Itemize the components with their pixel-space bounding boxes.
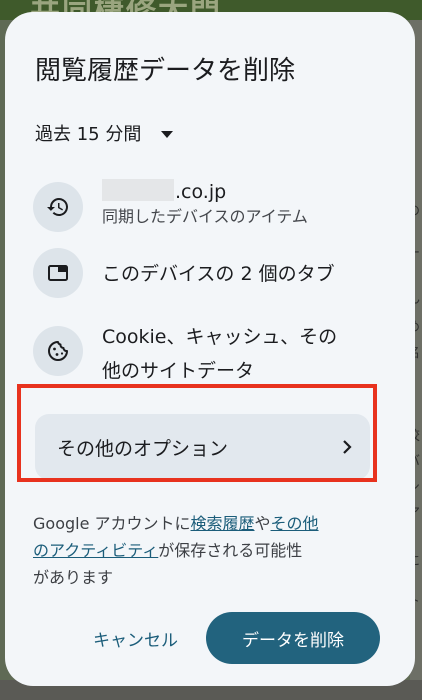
tabs-item-text: このデバイスの 2 個のタブ <box>102 260 335 288</box>
notice-prefix: Google アカウントに <box>33 514 191 533</box>
history-domain: .co.jp <box>175 181 227 203</box>
cookies-item-text: Cookie、キャッシュ、その 他のサイトデータ <box>102 320 337 388</box>
history-subtitle: 同期したデバイスのアイテム <box>102 207 308 226</box>
cookie-icon <box>33 326 83 376</box>
tab-icon <box>33 248 83 298</box>
history-icon <box>33 182 83 232</box>
other-activity-link-part2[interactable]: のアクティビティ <box>33 541 158 560</box>
history-item: .co.jp 同期したデバイスのアイテム <box>33 178 393 240</box>
history-item-text: .co.jp 同期したデバイスのアイテム <box>102 178 308 228</box>
dropdown-arrow-icon <box>161 130 174 138</box>
cancel-button[interactable]: キャンセル <box>81 616 190 660</box>
other-activity-link-part1[interactable]: その他 <box>271 514 319 533</box>
cookies-item: Cookie、キャッシュ、その 他のサイトデータ <box>33 318 393 388</box>
time-range-label: 過去 15 分間 <box>35 124 142 145</box>
notice-suffix: が保存される可能性 <box>158 541 303 560</box>
notice-middle: や <box>254 514 271 533</box>
delete-data-button[interactable]: データを削除 <box>206 612 380 664</box>
dialog-title: 閲覧履歴データを削除 <box>35 56 296 86</box>
scroll-fade <box>5 586 415 602</box>
highlight-box <box>17 384 377 482</box>
cookies-item-line2: 他のサイトデータ <box>102 360 255 382</box>
search-history-link[interactable]: 検索履歴 <box>191 514 255 533</box>
redacted-domain <box>102 179 174 201</box>
clear-browsing-data-dialog: 閲覧履歴データを削除 過去 15 分間 .co.jp 同期したデバイスのアイテム… <box>5 12 415 686</box>
notice-line3: があります <box>33 568 114 587</box>
cookies-item-line1: Cookie、キャッシュ、その <box>102 326 338 348</box>
account-activity-notice: Google アカウントに検索履歴やその他のアクティビティが保存される可能性があ… <box>33 510 378 592</box>
tabs-item: このデバイスの 2 個のタブ <box>33 248 393 300</box>
time-range-dropdown[interactable]: 過去 15 分間 <box>35 118 174 148</box>
tabs-item-label: このデバイスの 2 個のタブ <box>102 263 335 285</box>
